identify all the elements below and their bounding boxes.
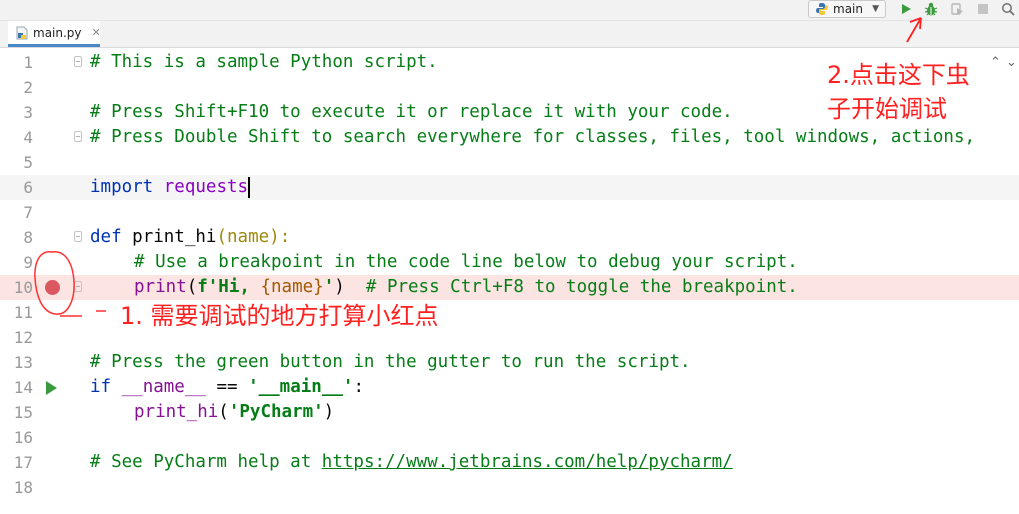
run-config-name: main (833, 2, 863, 16)
code-text: # Press the green button in the gutter t… (90, 352, 691, 372)
code-line: 7 (0, 200, 1019, 225)
paren: ( (216, 227, 227, 247)
dunder-name: __name__ (121, 377, 206, 397)
line-number: 8 (23, 228, 33, 247)
code-text: # Press Shift+F10 to execute it or repla… (90, 102, 733, 122)
paren: ): (269, 227, 291, 247)
code-line-current: 6 import requests (0, 175, 1019, 200)
python-file-icon (16, 26, 28, 40)
function-call: print_hi (134, 402, 219, 422)
code-line: 16 (0, 425, 1019, 450)
code-text: # This is a sample Python script. (90, 52, 438, 72)
line-number: 12 (13, 328, 33, 347)
coverage-icon[interactable] (949, 1, 965, 17)
builtin-print: print (134, 277, 187, 297)
module-name: requests (163, 177, 249, 197)
line-number: 11 (13, 303, 33, 322)
code-line: 13 # Press the green button in the gutte… (0, 350, 1019, 375)
string-literal: f'Hi, (197, 277, 261, 297)
tab-label: main.py (33, 25, 82, 40)
fold-marker-icon[interactable] (74, 131, 82, 142)
main-toolbar: main ▼ (0, 0, 1019, 21)
annotation-step2-line1: 2.点击这下虫 (827, 61, 970, 89)
line-number: 7 (23, 203, 33, 222)
code-line: 15 print_hi('PyCharm') (0, 400, 1019, 425)
code-text: # See PyCharm help at https://www.jetbra… (90, 450, 733, 475)
string-literal: 'PyCharm' (228, 402, 324, 422)
line-number: 4 (23, 128, 33, 147)
annotation-step1: 1. 需要调试的地方打算小红点 (120, 302, 439, 330)
keyword-def: def (90, 227, 122, 247)
python-icon (815, 2, 829, 16)
chevron-up-icon[interactable]: ⌃ (990, 55, 1001, 70)
search-icon[interactable] (1000, 1, 1016, 17)
chevron-down-icon: ▼ (872, 4, 879, 14)
line-number: 3 (23, 103, 33, 122)
code-line: 14 if __name__ == '__main__': (0, 375, 1019, 400)
code-line: 17 # See PyCharm help at https://www.jet… (0, 450, 1019, 475)
code-text: # Use a breakpoint in the code line belo… (134, 252, 798, 272)
line-number: 6 (23, 178, 33, 197)
fstring-brace: { (260, 277, 271, 297)
text-caret (248, 176, 250, 198)
line-number: 15 (13, 403, 33, 422)
code-text: def print_hi(name): (90, 225, 290, 250)
run-configuration-selector[interactable]: main ▼ (808, 0, 886, 18)
fold-marker-icon[interactable] (74, 231, 82, 242)
close-icon[interactable]: ✕ (92, 26, 101, 39)
operator: == (205, 377, 249, 397)
chevron-down-icon[interactable]: ⌄ (1006, 55, 1017, 70)
code-comment: # See PyCharm help at (90, 452, 322, 472)
run-icon[interactable] (898, 1, 914, 17)
line-number: 13 (13, 353, 33, 372)
line-number: 18 (13, 478, 33, 497)
fold-marker-icon[interactable] (74, 281, 82, 292)
code-line: 9 # Use a breakpoint in the code line be… (0, 250, 1019, 275)
function-name: print_hi (132, 227, 217, 247)
line-number: 14 (13, 378, 33, 397)
tab-main-py[interactable]: main.py ✕ (8, 21, 101, 47)
editor-tab-bar: main.py ✕ (0, 21, 1019, 48)
run-gutter-icon[interactable] (46, 381, 57, 395)
code-text: # Press Double Shift to search everywher… (90, 127, 976, 147)
keyword-if: if (90, 377, 112, 397)
annotation-step2-line2: 子开始调试 (827, 95, 947, 123)
code-text: print_hi('PyCharm') (134, 400, 334, 425)
string-literal: '__main__' (248, 377, 354, 397)
code-line: 8 def print_hi(name): (0, 225, 1019, 250)
code-line: 5 (0, 150, 1019, 175)
code-comment: # Press Ctrl+F8 to toggle the breakpoint… (344, 277, 798, 297)
parameter-name: name (227, 227, 270, 247)
code-text: import requests (90, 175, 250, 200)
paren: ( (186, 277, 198, 297)
fstring-var: name (271, 277, 314, 297)
code-line: 4 # Press Double Shift to search everywh… (0, 125, 1019, 150)
keyword-import: import (90, 177, 154, 197)
line-number: 16 (13, 428, 33, 447)
line-number: 10 (13, 278, 33, 297)
help-link[interactable]: https://www.jetbrains.com/help/pycharm/ (322, 452, 733, 472)
string-literal: ' (323, 277, 335, 297)
fstring-brace: } (313, 277, 324, 297)
paren: ( (218, 402, 229, 422)
paren: ) (323, 402, 335, 422)
line-number: 17 (13, 453, 33, 472)
line-number: 5 (23, 153, 33, 172)
breakpoint-icon[interactable] (45, 280, 60, 295)
paren: ) (334, 277, 345, 297)
code-line: 18 (0, 475, 1019, 500)
stop-icon[interactable] (975, 1, 991, 17)
line-number: 1 (23, 53, 33, 72)
fold-marker-icon[interactable] (74, 56, 82, 67)
line-number: 2 (23, 78, 33, 97)
debug-icon[interactable] (923, 1, 939, 17)
colon: : (353, 377, 364, 397)
line-number: 9 (23, 253, 33, 272)
code-text: if __name__ == '__main__': (90, 375, 364, 400)
